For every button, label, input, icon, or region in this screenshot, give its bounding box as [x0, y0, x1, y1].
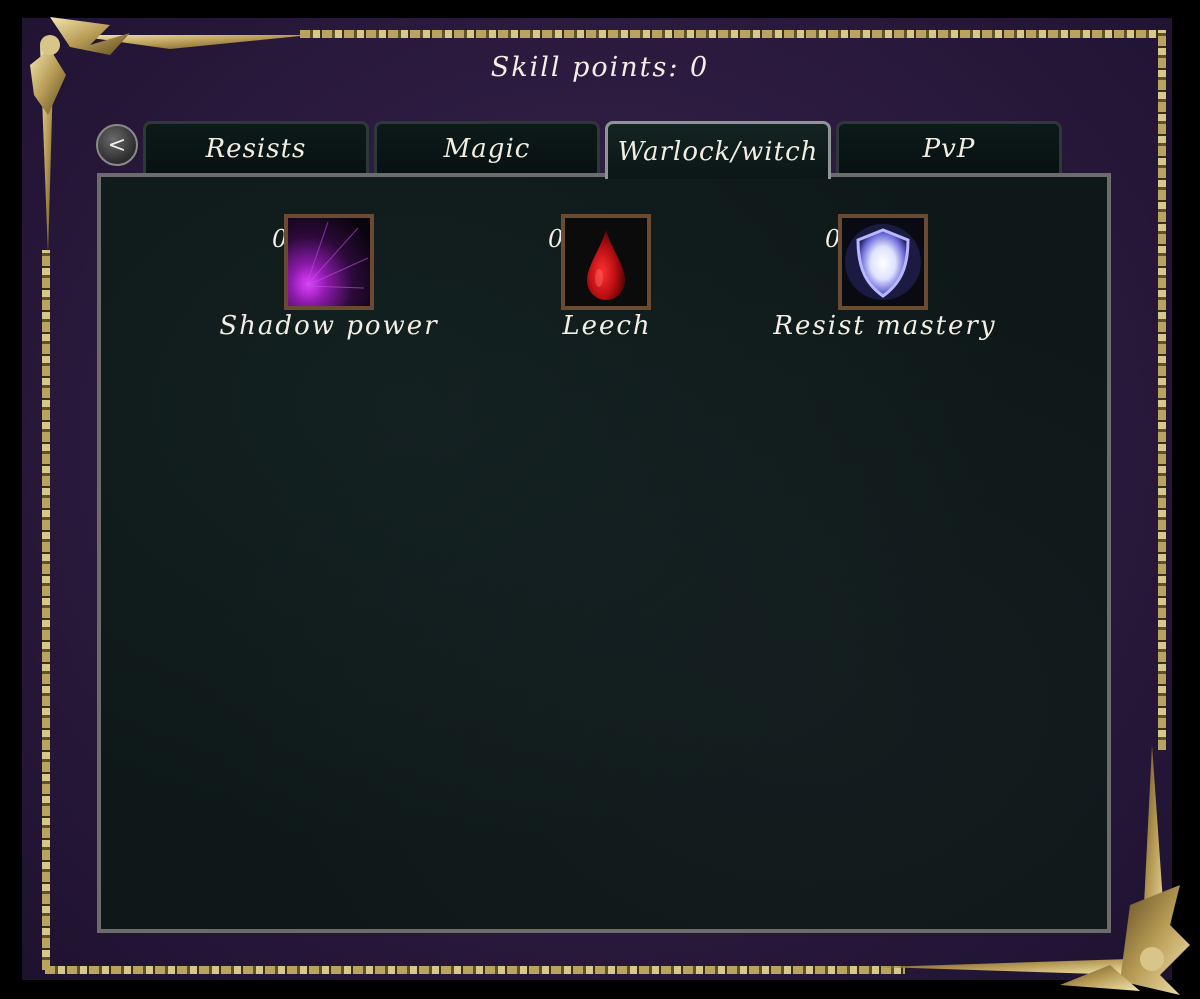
blood-drop-icon[interactable]	[561, 214, 651, 310]
chain-border-right	[1158, 30, 1166, 750]
chain-border-left	[42, 250, 50, 970]
skills-panel: 0 Shadow power 0 Leech 0 Resist mastery	[97, 173, 1111, 933]
tab-magic[interactable]: Magic	[374, 121, 600, 173]
chain-border-top	[300, 30, 1160, 38]
tab-resists[interactable]: Resists	[143, 121, 369, 173]
shadow-burst-icon[interactable]	[284, 214, 374, 310]
skill-label: Leech	[562, 311, 652, 341]
skill-label: Resist mastery	[773, 311, 997, 341]
skill-label: Shadow power	[219, 311, 439, 341]
back-button[interactable]: <	[96, 124, 138, 166]
chain-border-bottom	[45, 966, 905, 974]
tab-warlock-witch[interactable]: Warlock/witch	[605, 121, 831, 179]
skill-points-title: Skill points: 0	[490, 52, 710, 83]
glowing-shield-icon[interactable]	[838, 214, 928, 310]
tab-pvp[interactable]: PvP	[836, 121, 1062, 173]
